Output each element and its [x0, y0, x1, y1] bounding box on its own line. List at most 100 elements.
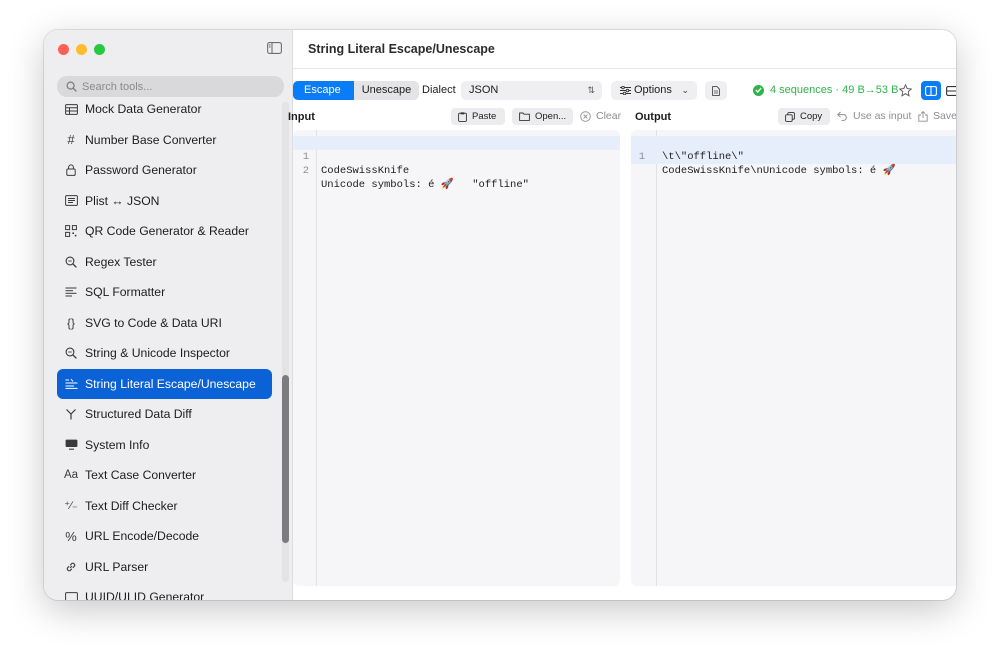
- escape-mode-button[interactable]: Escape: [293, 81, 354, 100]
- document-icon: [712, 85, 720, 96]
- sidebar: Mock Data Generator # Number Base Converte…: [44, 30, 293, 600]
- paste-label: Paste: [472, 111, 497, 122]
- status-indicator: 4 sequences · 49 B→53 B: [753, 84, 898, 96]
- input-pane-header: Input Paste Open... Clear: [288, 108, 623, 126]
- copy-label: Copy: [800, 111, 823, 122]
- editor-line: 2 Unicode symbols: é 🚀 "offline": [293, 150, 620, 191]
- sidebar-scrollbar[interactable]: [282, 375, 289, 543]
- sidebar-tool-item[interactable]: URL Parser: [57, 552, 272, 582]
- sidebar-tool-item[interactable]: {} SVG to Code & Data URI: [57, 308, 272, 338]
- sidebar-tool-item[interactable]: % URL Encode/Decode: [57, 521, 272, 551]
- editor-line: 1 CodeSwissKnife\nUnicode symbols: é 🚀 \…: [631, 136, 956, 177]
- split-horizontal-icon: [925, 85, 937, 96]
- line-number: 2: [302, 165, 309, 177]
- status-text: 4 sequences · 49 B→53 B: [770, 84, 899, 96]
- list-doc-icon: [57, 195, 85, 206]
- folder-icon: [519, 112, 530, 121]
- sidebar-tool-item[interactable]: ⁺∕₋ Text Diff Checker: [57, 491, 272, 521]
- sidebar-tool-label: Password Generator: [85, 163, 197, 177]
- search-input[interactable]: [82, 80, 272, 93]
- use-as-input-label: Use as input: [853, 110, 912, 122]
- text-align-icon: [57, 287, 85, 297]
- braces-icon: {}: [66, 315, 75, 330]
- sidebar-tool-item[interactable]: Regex Tester: [57, 247, 272, 277]
- input-pane-title: Input: [288, 111, 315, 123]
- monitor-icon: [57, 439, 85, 450]
- clear-label: Clear: [596, 110, 622, 122]
- sidebar-tool-label: URL Encode/Decode: [85, 529, 200, 543]
- favorite-button[interactable]: [897, 81, 913, 100]
- sidebar-tool-label: String & Unicode Inspector: [85, 346, 230, 360]
- sidebar-tool-item[interactable]: Aa Text Case Converter: [57, 460, 272, 490]
- sidebar-tool-item[interactable]: # Number Base Converter: [57, 125, 272, 155]
- title-divider: [293, 68, 956, 69]
- output-editor[interactable]: 1 CodeSwissKnife\nUnicode symbols: é 🚀 \…: [631, 130, 956, 586]
- zoom-window-button[interactable]: [94, 44, 105, 55]
- open-file-button[interactable]: Open...: [512, 108, 573, 125]
- dialect-label: Dialect: [422, 84, 456, 96]
- toolbar: Escape Unescape Dialect JSON ⇅ Options ⌄: [293, 81, 956, 101]
- line-text: CodeSwissKnife\nUnicode symbols: é 🚀: [662, 165, 896, 177]
- sidebar-toggle-icon[interactable]: [267, 42, 282, 54]
- mode-segmented-control: Escape Unescape: [293, 81, 420, 100]
- dialect-select[interactable]: JSON ⇅: [461, 81, 602, 100]
- sidebar-tool-item[interactable]: Password Generator: [57, 155, 272, 185]
- sidebar-tool-item[interactable]: UUID/ULID Generator: [57, 582, 272, 600]
- text-case-icon: Aa: [63, 469, 79, 481]
- sidebar-tool-item[interactable]: System Info: [57, 430, 272, 460]
- minimize-window-button[interactable]: [76, 44, 87, 55]
- sidebar-tool-label: UUID/ULID Generator: [85, 590, 205, 600]
- use-as-input-button[interactable]: Use as input: [837, 110, 911, 122]
- clear-button[interactable]: Clear: [580, 110, 621, 122]
- copy-button[interactable]: Copy: [778, 108, 830, 125]
- output-pane-title: Output: [635, 111, 672, 123]
- app-window: Mock Data Generator # Number Base Converte…: [44, 30, 956, 600]
- line-text: Unicode symbols: é 🚀 "offline": [321, 179, 529, 191]
- sidebar-tool-item[interactable]: String & Unicode Inspector: [57, 338, 272, 368]
- sidebar-tool-item[interactable]: Plist ↔ JSON: [57, 186, 272, 216]
- clipboard-icon: [458, 111, 467, 122]
- close-window-button[interactable]: [58, 44, 69, 55]
- sidebar-tool-item[interactable]: QR Code Generator & Reader: [57, 216, 272, 246]
- checkmark-circle-icon: [753, 84, 764, 96]
- sliders-icon: [620, 86, 631, 95]
- paste-button[interactable]: Paste: [451, 108, 505, 125]
- undo-arrow-icon: [837, 111, 848, 121]
- chevron-down-icon: ⌄: [681, 85, 689, 95]
- sidebar-tool-item[interactable]: String Literal Escape/Unescape: [57, 368, 272, 399]
- sidebar-tool-item[interactable]: SQL Formatter: [57, 277, 272, 307]
- open-label: Open...: [535, 111, 567, 122]
- main-content: String Literal Escape/Unescape Escape Un…: [288, 30, 956, 600]
- sidebar-tool-label: Text Case Converter: [85, 468, 197, 482]
- split-vertical-icon: [946, 85, 956, 96]
- clear-circle-icon: [580, 110, 591, 122]
- line-number: 1: [638, 151, 645, 163]
- save-button[interactable]: Save...: [918, 110, 956, 122]
- link-icon: [57, 561, 85, 573]
- lock-icon: [57, 164, 85, 176]
- input-editor[interactable]: 1 CodeSwissKnife 2 Unicode symbols: é 🚀 …: [293, 130, 620, 586]
- percent-icon: %: [65, 528, 77, 544]
- side-by-side-layout-button[interactable]: [921, 81, 941, 100]
- sidebar-tool-label: System Info: [85, 437, 150, 452]
- sidebar-tool-item[interactable]: Structured Data Diff: [57, 399, 272, 429]
- output-pane-header: Output Copy Use as input Save...: [631, 108, 956, 126]
- sidebar-tool-label: Structured Data Diff: [85, 407, 192, 421]
- unescape-mode-button[interactable]: Unescape: [354, 81, 420, 100]
- hash-icon: #: [67, 132, 75, 147]
- options-menu-button[interactable]: Options ⌄: [611, 81, 697, 100]
- line-text-wrapped: \t\"offline\": [662, 151, 744, 163]
- sidebar-tool-label: Mock Data Generator: [85, 102, 202, 116]
- magnifier-icon: [57, 347, 85, 359]
- page-title: String Literal Escape/Unescape: [308, 42, 495, 56]
- document-button[interactable]: [705, 81, 727, 100]
- magnifier-icon: [57, 256, 85, 268]
- sidebar-tool-label: URL Parser: [85, 559, 149, 574]
- sidebar-tool-item[interactable]: Mock Data Generator: [57, 94, 272, 124]
- updown-chevron-icon: ⇅: [587, 85, 595, 95]
- qrcode-icon: [57, 225, 85, 237]
- stacked-layout-button[interactable]: [943, 81, 956, 100]
- sidebar-tool-label: String Literal Escape/Unescape: [85, 376, 256, 391]
- sidebar-tool-label: SQL Formatter: [85, 285, 166, 299]
- dialect-value: JSON: [469, 84, 499, 96]
